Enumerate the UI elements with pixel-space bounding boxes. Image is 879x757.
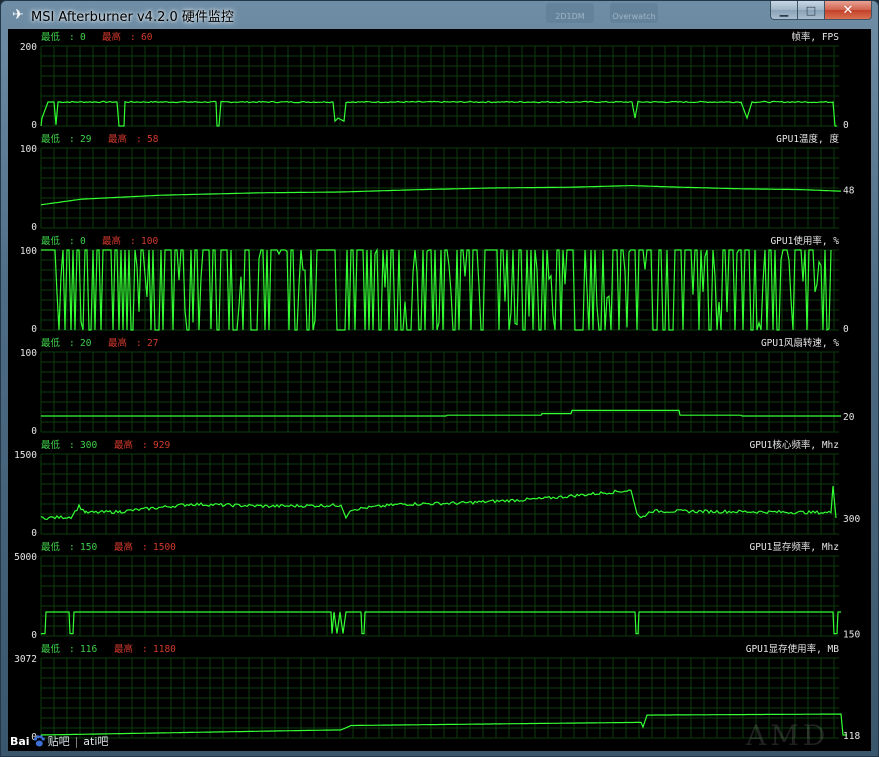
min-label: 最低 [41,133,61,145]
min-value: 300 [80,440,97,451]
scale-top: 1500 [14,450,37,461]
max-label: 最高 [114,643,133,655]
scale-top: 100 [20,144,37,155]
current-value-memuse: 118 [843,731,860,742]
background-tile: Overwatch [610,3,658,23]
forum-name: ati吧 [83,735,109,748]
min-label: 最低 [41,643,61,655]
current-value-fps: 0 [843,120,849,131]
min-label: 最低 [41,31,61,43]
max-label: 最高 [108,133,127,145]
amd-watermark: AMD [746,719,830,751]
max-separator: : [142,542,148,553]
graph-title-temp: GPU1温度, 度 [776,133,839,145]
graph-title-memuse: GPU1显存使用率, MB [746,643,840,655]
max-label: 最高 [114,541,133,553]
current-value-memclk: 150 [843,630,860,641]
title-bar[interactable]: ✈ MSI Afterburner v4.2.0 硬件监控 2D1DM Over… [1,1,878,29]
min-value: 29 [80,134,92,145]
scale-top: 100 [20,246,37,257]
min-value: 20 [80,338,92,349]
min-label: 最低 [41,439,61,451]
minimize-icon: ▁ [779,3,789,17]
min-value: 0 [80,236,86,247]
maximize-button[interactable]: □ [798,1,825,20]
max-value: 58 [147,134,159,145]
scale-bottom: 0 [31,324,37,335]
hardware-monitor-graphs: 最低:0 最高:60 帧率, FPS2000 0最低:29 最高:58 GPU1温度, 度… [14,31,860,743]
min-label: 最低 [41,337,61,349]
paw-icon [33,735,45,747]
min-value: 116 [80,644,97,655]
current-value-fan: 20 [843,412,855,423]
min-value: 150 [80,542,97,553]
max-label: 最高 [114,439,133,451]
close-button[interactable]: ✕ [825,1,872,20]
tieba-label: 贴吧 [47,735,70,748]
baidu-tieba-watermark: Bai 贴吧 | ati吧 [10,732,108,750]
min-separator: : [69,134,75,145]
scale-top: 100 [20,348,37,359]
max-label: 最高 [108,337,127,349]
window-title: MSI Afterburner v4.2.0 硬件监控 [31,10,234,25]
min-separator: : [69,338,75,349]
max-separator: : [130,236,136,247]
minimize-button[interactable]: ▁ [770,1,798,20]
graph-title-core: GPU1核心频率, Mhz [750,439,839,451]
max-separator: : [142,440,148,451]
scale-top: 3072 [14,654,37,665]
monitoring-graphs-panel[interactable]: 最低:0 最高:60 帧率, FPS 200 0 0 最低:29 最高:58 GPU1温度, 度… [8,29,871,751]
scale-top: 5000 [14,552,37,563]
caption-buttons: ▁ □ ✕ [770,1,872,20]
scale-bottom: 0 [31,120,37,131]
graph-title-usage: GPU1使用率, % [770,235,839,247]
current-value-temp: 48 [843,186,855,197]
scale-bottom: 0 [31,426,37,437]
background-taskbar-tiles: 2D1DM Overwatch [546,3,676,25]
baidu-logo: Bai [10,734,30,748]
max-separator: : [142,644,148,655]
graph-title-fan: GPU1风扇转速, % [761,337,839,349]
min-separator: : [69,644,75,655]
max-separator: : [136,338,142,349]
current-value-usage: 0 [843,324,849,335]
close-icon: ✕ [842,2,854,18]
app-window: ✈ MSI Afterburner v4.2.0 硬件监控 2D1DM Over… [0,0,879,757]
background-tile: 2D1DM [546,3,594,23]
maximize-icon: □ [805,3,817,17]
max-label: 最高 [102,31,121,43]
max-value: 100 [141,236,158,247]
graph-title-memclk: GPU1显存频率, Mhz [750,541,839,553]
min-separator: : [69,542,75,553]
min-separator: : [69,440,75,451]
min-label: 最低 [41,235,61,247]
msi-dragon-icon[interactable]: ✈ [9,6,27,24]
max-label: 最高 [102,235,121,247]
max-value: 27 [147,338,158,349]
scale-bottom: 0 [31,222,37,233]
scale-bottom: 0 [31,630,37,641]
scale-bottom: 0 [31,528,37,539]
current-value-core: 300 [843,514,860,525]
watermark-separator: | [74,734,79,748]
min-value: 0 [80,32,86,43]
min-separator: : [69,32,75,43]
max-separator: : [136,134,142,145]
graph-title-fps: 帧率, FPS [791,31,839,43]
min-label: 最低 [41,541,61,553]
max-value: 1180 [153,644,176,655]
max-value: 1500 [153,542,176,553]
max-separator: : [130,32,136,43]
scale-top: 200 [20,42,37,53]
max-value: 60 [141,32,153,43]
max-value: 929 [153,440,170,451]
min-separator: : [69,236,75,247]
